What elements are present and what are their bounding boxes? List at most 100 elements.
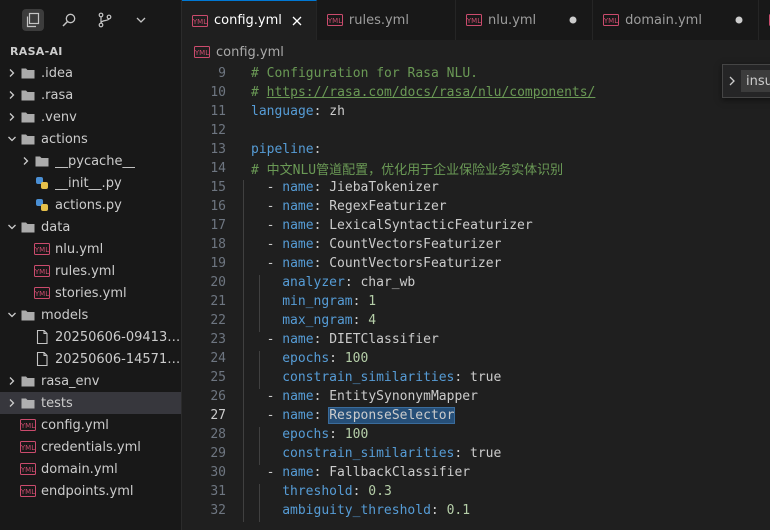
code-token: - bbox=[266, 332, 283, 347]
chevron-down-icon[interactable] bbox=[130, 9, 152, 31]
tree-file[interactable]: YML stories.yml bbox=[0, 282, 181, 304]
code-line[interactable]: 23- name: DIETClassifier bbox=[182, 330, 770, 351]
code-line[interactable]: 11 language: zh bbox=[182, 102, 770, 121]
tree-file[interactable]: YML endpoints.yml bbox=[0, 480, 181, 502]
code-line[interactable]: 17- name: LexicalSyntacticFeaturizer bbox=[182, 216, 770, 237]
source-control-icon[interactable] bbox=[94, 9, 116, 31]
tab-rules-yml[interactable]: YML rules.yml bbox=[316, 0, 456, 40]
tree-folder[interactable]: .venv bbox=[0, 106, 181, 128]
workspace-root-label[interactable]: RASA-AI bbox=[0, 40, 181, 62]
folder-icon bbox=[20, 65, 36, 81]
yml-file-icon: YML bbox=[603, 14, 620, 26]
yml-file-icon: YML bbox=[192, 14, 208, 27]
code-token: name bbox=[282, 256, 314, 271]
tree-file[interactable]: YML rules.yml bbox=[0, 260, 181, 282]
tree-item-label: .rasa bbox=[41, 87, 74, 103]
line-number: 28 bbox=[210, 427, 226, 442]
chevron-down-icon[interactable] bbox=[4, 216, 20, 238]
line-number: 23 bbox=[210, 332, 226, 347]
tree-folder[interactable]: .rasa bbox=[0, 84, 181, 106]
code-line[interactable]: 27- name: ResponseSelector bbox=[182, 406, 770, 427]
code-line[interactable]: 25 constrain_similarities: true bbox=[182, 368, 770, 389]
chevron-right-icon[interactable] bbox=[4, 106, 20, 128]
chevron-right-icon[interactable] bbox=[4, 84, 20, 106]
tree-folder[interactable]: rasa_env bbox=[0, 370, 181, 392]
code-token: name bbox=[282, 465, 314, 480]
code-line[interactable]: 26- name: EntitySynonymMapper bbox=[182, 387, 770, 408]
find-replace-toggle-icon[interactable] bbox=[727, 71, 737, 91]
tab-stories-yml[interactable]: YMLstories.yml bbox=[758, 0, 770, 40]
line-number: 24 bbox=[210, 351, 226, 366]
code-token: 100 bbox=[344, 351, 369, 366]
tree-folder[interactable]: __pycache__ bbox=[0, 150, 181, 172]
code-text: analyzer: char_wb bbox=[226, 275, 415, 294]
code-text: - name: JiebaTokenizer bbox=[226, 180, 439, 199]
tree-item-label: models bbox=[41, 307, 89, 323]
tree-item-label: __pycache__ bbox=[55, 153, 136, 169]
code-line[interactable]: 19- name: CountVectorsFeaturizer bbox=[182, 254, 770, 275]
close-icon[interactable] bbox=[288, 12, 306, 30]
code-line[interactable]: 32 ambiguity_threshold: 0.1 bbox=[182, 501, 770, 522]
code-line[interactable]: 15- name: JiebaTokenizer bbox=[182, 178, 770, 199]
tree-folder[interactable]: tests bbox=[0, 392, 181, 414]
find-input[interactable] bbox=[741, 70, 770, 92]
code-line[interactable]: 28 epochs: 100 bbox=[182, 425, 770, 446]
chevron-down-icon[interactable] bbox=[4, 128, 20, 150]
yml-file-icon: YML bbox=[194, 46, 210, 58]
chevron-right-icon[interactable] bbox=[4, 62, 20, 84]
code-token: : bbox=[329, 351, 345, 366]
code-line[interactable]: 29 constrain_similarities: true bbox=[182, 444, 770, 465]
code-line[interactable]: 14 # 中文NLU管道配置，优化用于企业保险业务实体识别 bbox=[182, 159, 770, 178]
tab-domain-yml[interactable]: YML domain.yml bbox=[593, 0, 759, 40]
file-icon bbox=[34, 351, 50, 367]
code-line[interactable]: 13 pipeline: bbox=[182, 140, 770, 159]
tree-file[interactable]: 20250606-094136-li... bbox=[0, 326, 181, 348]
chevron-right-icon[interactable] bbox=[4, 370, 20, 392]
code-text: max_ngram: 4 bbox=[226, 313, 376, 332]
search-icon[interactable] bbox=[58, 9, 80, 31]
code-token[interactable]: https://rasa.com/docs/rasa/nlu/component… bbox=[267, 85, 596, 100]
tree-folder[interactable]: .idea bbox=[0, 62, 181, 84]
tree-folder[interactable]: models bbox=[0, 304, 181, 326]
code-line[interactable]: 20 analyzer: char_wb bbox=[182, 273, 770, 294]
chevron-right-icon[interactable] bbox=[4, 392, 20, 414]
code-token: name bbox=[282, 180, 314, 195]
tree-file[interactable]: YML config.yml bbox=[0, 414, 181, 436]
code-line[interactable]: 12 bbox=[182, 121, 770, 140]
tree-file[interactable]: YML domain.yml bbox=[0, 458, 181, 480]
code-editor[interactable]: 9 # Configuration for Rasa NLU. 10 # https:… bbox=[182, 64, 770, 530]
breadcrumb-file[interactable]: config.yml bbox=[216, 45, 284, 60]
chevron-down-icon[interactable] bbox=[4, 304, 20, 326]
code-line[interactable]: 30- name: FallbackClassifier bbox=[182, 463, 770, 484]
tree-folder[interactable]: actions bbox=[0, 128, 181, 150]
code-text: epochs: 100 bbox=[226, 351, 369, 370]
tree-folder[interactable]: data bbox=[0, 216, 181, 238]
code-token: constrain_similarities bbox=[282, 370, 455, 385]
code-line[interactable]: 21 min_ngram: 1 bbox=[182, 292, 770, 313]
code-line[interactable]: 10 # https://rasa.com/docs/rasa/nlu/compo… bbox=[182, 83, 770, 102]
code-line[interactable]: 16- name: RegexFeaturizer bbox=[182, 197, 770, 218]
code-token: : bbox=[313, 237, 330, 252]
svg-text:YML: YML bbox=[194, 49, 209, 57]
code-token: RegexFeaturizer bbox=[329, 199, 447, 214]
explorer-icon[interactable] bbox=[22, 9, 44, 31]
code-line[interactable]: 9 # Configuration for Rasa NLU. bbox=[182, 64, 770, 83]
unsaved-dot-icon[interactable] bbox=[730, 11, 748, 29]
yml-file-icon: YML bbox=[20, 417, 36, 433]
code-token: true bbox=[470, 446, 502, 461]
code-text: - name: EntitySynonymMapper bbox=[226, 389, 478, 408]
code-line[interactable]: 31 threshold: 0.3 bbox=[182, 482, 770, 503]
tab-config-yml[interactable]: YML config.yml bbox=[182, 0, 317, 40]
tree-file[interactable]: 20250606-145712-w... bbox=[0, 348, 181, 370]
code-line[interactable]: 22 max_ngram: 4 bbox=[182, 311, 770, 332]
code-line[interactable]: 18- name: CountVectorsFeaturizer bbox=[182, 235, 770, 256]
tab-nlu-yml[interactable]: YML nlu.yml bbox=[455, 0, 594, 40]
code-line[interactable]: 24 epochs: 100 bbox=[182, 349, 770, 370]
chevron-right-icon[interactable] bbox=[18, 150, 34, 172]
tree-file[interactable]: actions.py bbox=[0, 194, 181, 216]
unsaved-dot-icon[interactable] bbox=[564, 11, 582, 29]
tree-file[interactable]: YML credentials.yml bbox=[0, 436, 181, 458]
tree-file[interactable]: YML nlu.yml bbox=[0, 238, 181, 260]
tree-file[interactable]: __init__.py bbox=[0, 172, 181, 194]
